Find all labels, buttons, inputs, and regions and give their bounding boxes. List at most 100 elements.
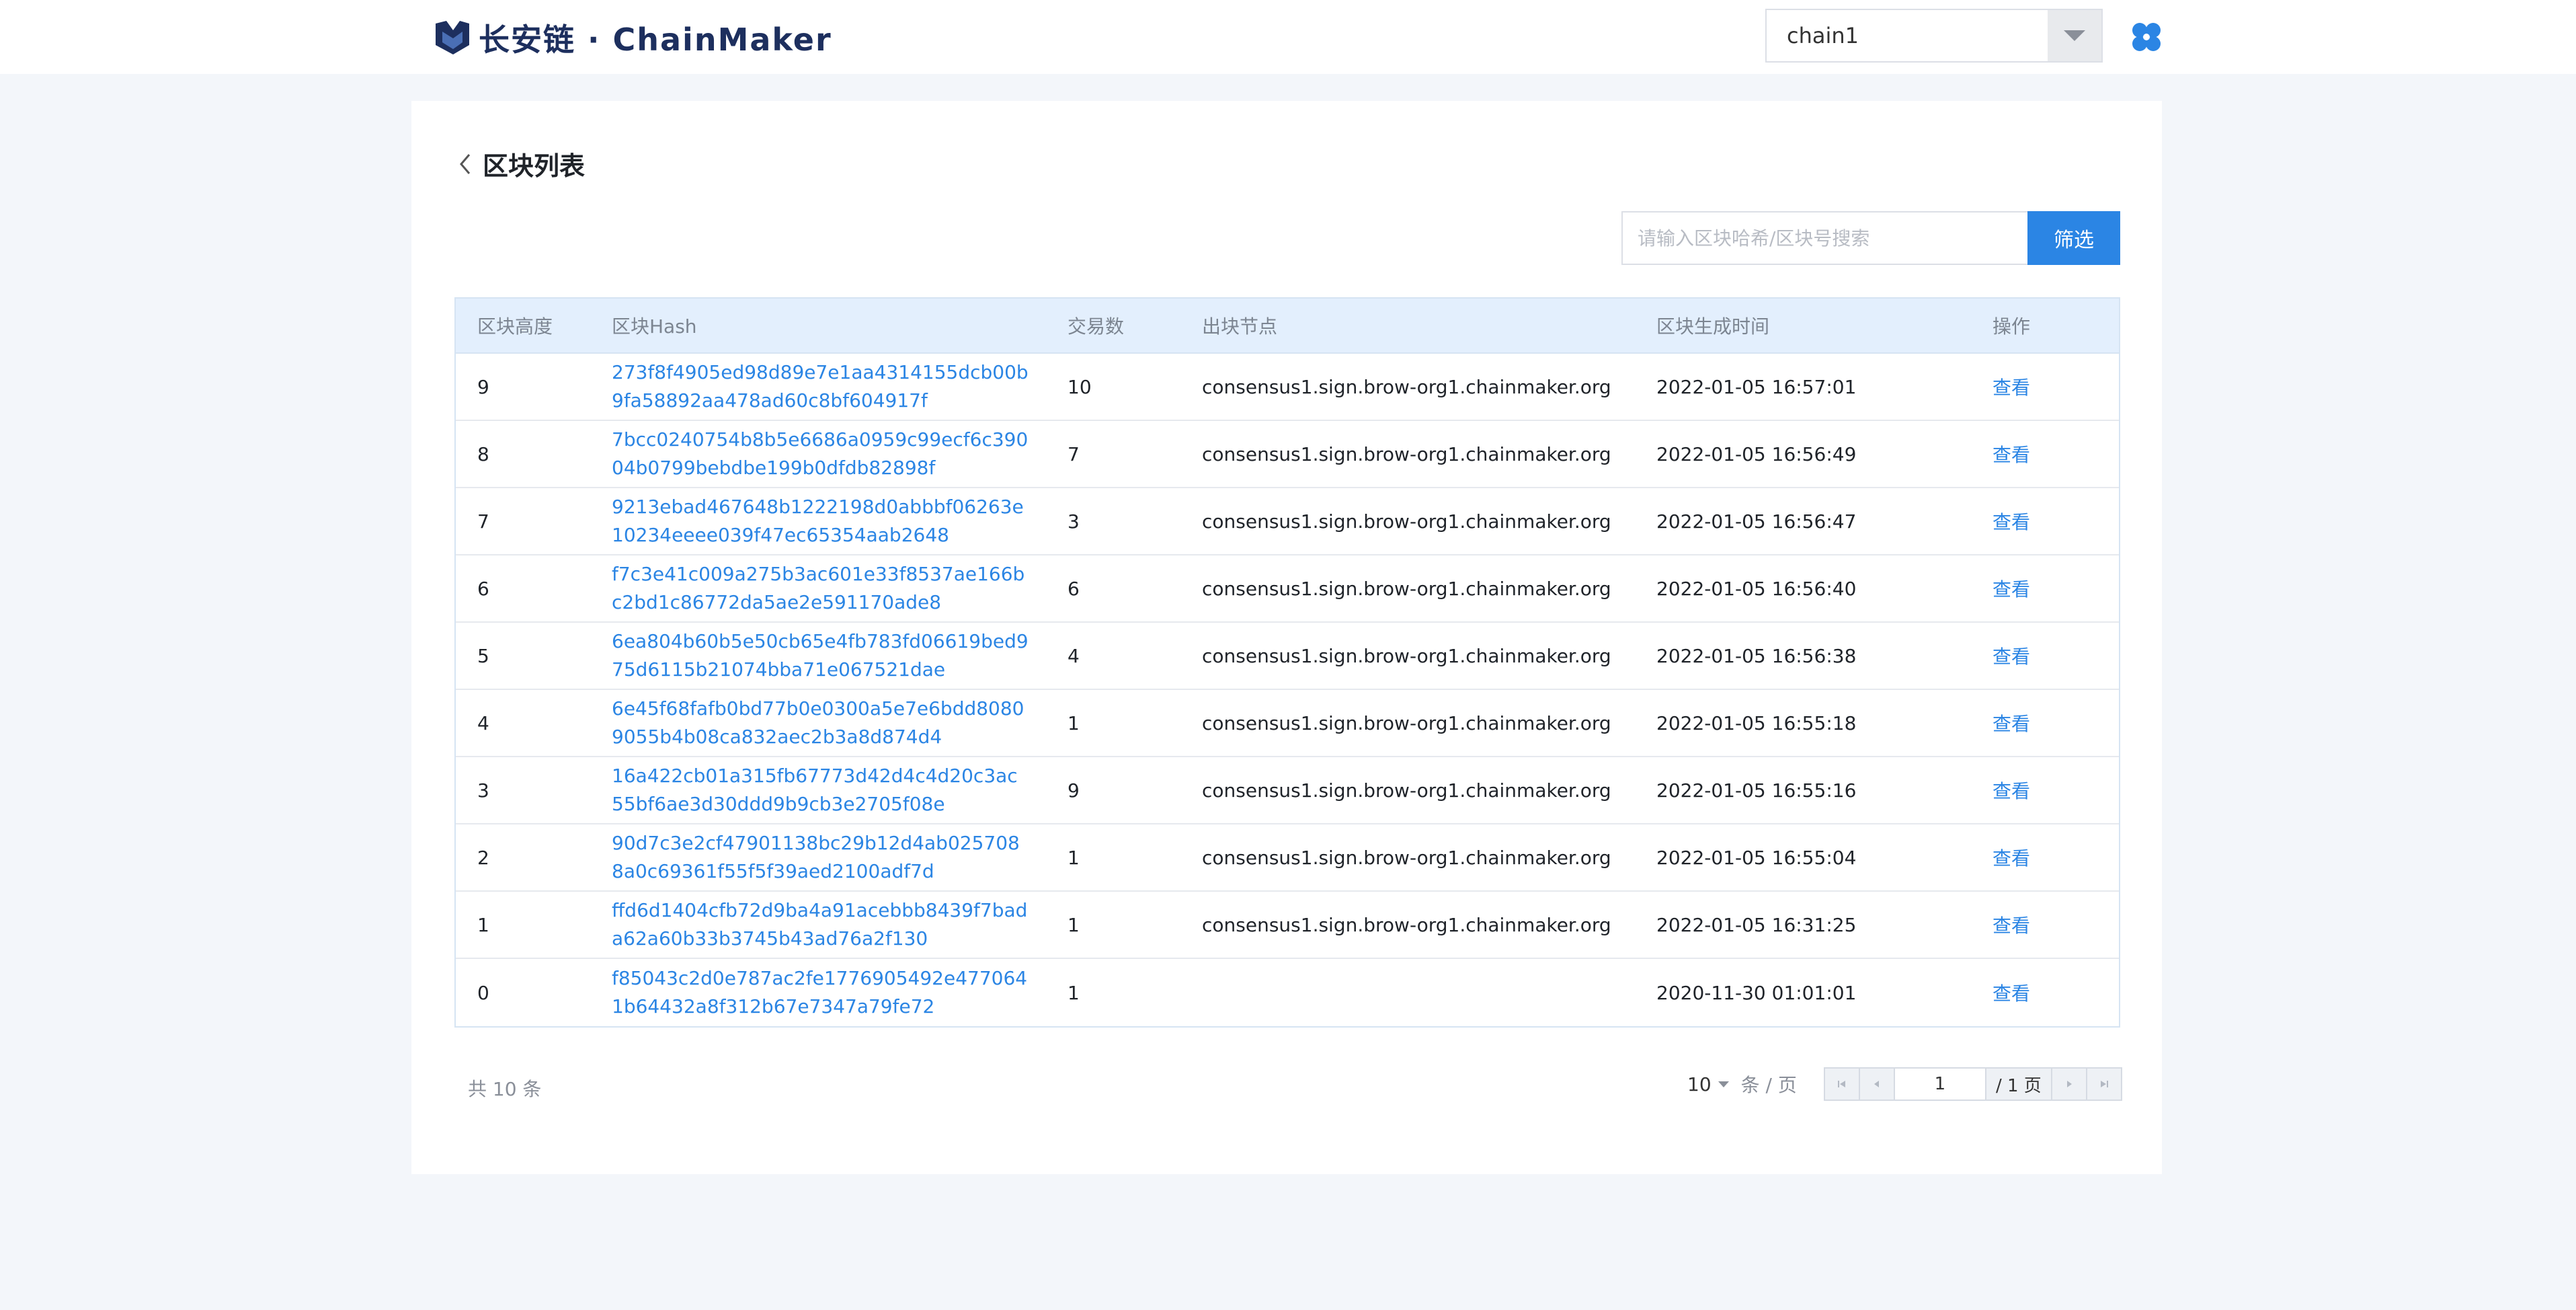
chainmaker-logo-icon [436, 21, 469, 54]
tx-count: 4 [1068, 644, 1080, 667]
block-hash-link[interactable]: 9213ebad467648b1222198d0abbbf06263e10234… [612, 493, 1029, 549]
search-input[interactable] [1621, 211, 2027, 265]
table-row: 0 f85043c2d0e787ac2fe1776905492e4770641b… [456, 959, 2119, 1026]
tx-count: 10 [1068, 375, 1092, 398]
block-node: consensus1.sign.brow-org1.chainmaker.org [1202, 510, 1611, 533]
chevron-down-icon [1718, 1081, 1729, 1087]
block-time: 2020-11-30 01:01:01 [1656, 981, 1857, 1004]
block-hash-link[interactable]: 16a422cb01a315fb67773d42d4c4d20c3ac55bf6… [612, 762, 1029, 818]
block-time: 2022-01-05 16:57:01 [1656, 375, 1857, 398]
view-link[interactable]: 查看 [1993, 575, 2030, 602]
block-height: 6 [477, 577, 489, 600]
view-link[interactable]: 查看 [1993, 709, 2030, 736]
block-hash-link[interactable]: 273f8f4905ed98d89e7e1aa4314155dcb00b9fa5… [612, 358, 1029, 415]
table-row: 3 16a422cb01a315fb67773d42d4c4d20c3ac55b… [456, 757, 2119, 824]
table-row: 6 f7c3e41c009a275b3ac601e33f8537ae166bc2… [456, 555, 2119, 623]
block-height: 2 [477, 846, 489, 869]
column-header-action: 操作 [1993, 315, 2031, 338]
page-title: 区块列表 [457, 145, 585, 182]
block-time: 2022-01-05 16:56:40 [1656, 577, 1857, 600]
tx-count: 6 [1068, 577, 1080, 600]
page-number-input[interactable] [1894, 1069, 1985, 1100]
brand-logo[interactable]: 长安链 · ChainMaker [433, 17, 832, 58]
clover-app-icon[interactable] [2130, 20, 2163, 54]
block-height: 3 [477, 779, 489, 802]
block-hash-link[interactable]: ffd6d1404cfb72d9ba4a91acebbb8439f7bada62… [612, 896, 1029, 953]
first-page-icon [1837, 1081, 1845, 1087]
tx-count: 3 [1068, 510, 1080, 533]
tx-count: 9 [1068, 779, 1080, 802]
table-row: 8 7bcc0240754b8b5e6686a0959c99ecf6c39004… [456, 421, 2119, 488]
view-link[interactable]: 查看 [1993, 979, 2030, 1006]
table-row: 7 9213ebad467648b1222198d0abbbf06263e102… [456, 488, 2119, 555]
block-time: 2022-01-05 16:56:47 [1656, 510, 1857, 533]
tx-count: 1 [1068, 846, 1080, 869]
block-height: 0 [477, 981, 489, 1004]
block-node: consensus1.sign.brow-org1.chainmaker.org [1202, 913, 1611, 936]
page-size-select[interactable]: 10 [1687, 1073, 1729, 1095]
per-page-label: 条 / 页 [1740, 1074, 1797, 1096]
view-link[interactable]: 查看 [1993, 373, 2030, 400]
tx-count: 1 [1068, 981, 1080, 1004]
table-row: 2 90d7c3e2cf47901138bc29b12d4ab0257088a0… [456, 824, 2119, 892]
chevron-left-icon[interactable] [457, 151, 473, 178]
chain-select-value: chain1 [1787, 23, 1859, 48]
view-link[interactable]: 查看 [1993, 844, 2030, 871]
filter-button[interactable]: 筛选 [2027, 211, 2120, 265]
block-node: consensus1.sign.brow-org1.chainmaker.org [1202, 846, 1611, 869]
block-height: 7 [477, 510, 489, 533]
column-header-time: 区块生成时间 [1656, 315, 1770, 338]
block-hash-link[interactable]: 90d7c3e2cf47901138bc29b12d4ab0257088a0c6… [612, 829, 1029, 886]
prev-page-icon [1874, 1081, 1879, 1087]
block-hash-link[interactable]: 7bcc0240754b8b5e6686a0959c99ecf6c39004b0… [612, 426, 1029, 482]
block-node: consensus1.sign.brow-org1.chainmaker.org [1202, 644, 1611, 667]
view-link[interactable]: 查看 [1993, 508, 2030, 535]
block-hash-link[interactable]: 6ea804b60b5e50cb65e4fb783fd06619bed975d6… [612, 627, 1029, 684]
page-title-text: 区块列表 [483, 151, 586, 181]
column-header-height: 区块高度 [477, 315, 553, 338]
block-hash-link[interactable]: 6e45f68fafb0bd77b0e0300a5e7e6bdd80809055… [612, 695, 1029, 751]
total-pages: / 1 页 [1984, 1069, 2051, 1100]
block-height: 8 [477, 442, 489, 465]
block-time: 2022-01-05 16:56:49 [1656, 442, 1857, 465]
total-count: 共 10 条 [468, 1078, 542, 1100]
block-hash-link[interactable]: f7c3e41c009a275b3ac601e33f8537ae166bc2bd… [612, 560, 1029, 617]
block-node: consensus1.sign.brow-org1.chainmaker.org [1202, 375, 1611, 398]
table-row: 9 273f8f4905ed98d89e7e1aa4314155dcb00b9f… [456, 354, 2119, 421]
column-header-tx-count: 交易数 [1068, 315, 1125, 338]
last-page-icon [2100, 1081, 2108, 1087]
pagination: 10 条 / 页 / 1 页 [1687, 1067, 2122, 1102]
chain-select[interactable]: chain1 [1765, 9, 2103, 63]
prev-page-button[interactable] [1859, 1069, 1895, 1100]
top-header: 长安链 · ChainMaker chain1 [0, 0, 2576, 74]
block-table: 区块高度 区块Hash 交易数 出块节点 区块生成时间 操作 9 273f8f4… [454, 297, 2120, 1028]
table-row: 1 ffd6d1404cfb72d9ba4a91acebbb8439f7bada… [456, 892, 2119, 959]
block-height: 5 [477, 644, 489, 667]
tx-count: 7 [1068, 442, 1080, 465]
block-height: 9 [477, 375, 489, 398]
tx-count: 1 [1068, 913, 1080, 936]
block-time: 2022-01-05 16:55:04 [1656, 846, 1857, 869]
block-height: 4 [477, 711, 489, 734]
block-node: consensus1.sign.brow-org1.chainmaker.org [1202, 779, 1611, 802]
view-link[interactable]: 查看 [1993, 777, 2030, 804]
logo-text: 长安链 · ChainMaker [479, 22, 832, 58]
view-link[interactable]: 查看 [1993, 642, 2030, 669]
next-page-button[interactable] [2050, 1069, 2086, 1100]
chain-select-arrow[interactable] [2048, 10, 2101, 61]
table-header: 区块高度 区块Hash 交易数 出块节点 区块生成时间 操作 [456, 299, 2119, 354]
chevron-down-icon [2064, 30, 2085, 41]
table-row: 5 6ea804b60b5e50cb65e4fb783fd06619bed975… [456, 623, 2119, 690]
view-link[interactable]: 查看 [1993, 911, 2030, 938]
column-header-hash: 区块Hash [612, 315, 697, 338]
block-hash-link[interactable]: f85043c2d0e787ac2fe1776905492e4770641b64… [612, 964, 1029, 1021]
last-page-button[interactable] [2085, 1069, 2121, 1100]
table-row: 4 6e45f68fafb0bd77b0e0300a5e7e6bdd808090… [456, 690, 2119, 757]
block-node: consensus1.sign.brow-org1.chainmaker.org [1202, 711, 1611, 734]
next-page-icon [2066, 1081, 2072, 1087]
view-link[interactable]: 查看 [1993, 440, 2030, 467]
column-header-node: 出块节点 [1202, 315, 1278, 338]
first-page-button[interactable] [1824, 1069, 1860, 1100]
block-list-card: 区块列表 筛选 区块高度 区块Hash 交易数 出块节点 区块生成时间 操作 9… [411, 101, 2162, 1174]
block-node: consensus1.sign.brow-org1.chainmaker.org [1202, 442, 1611, 465]
